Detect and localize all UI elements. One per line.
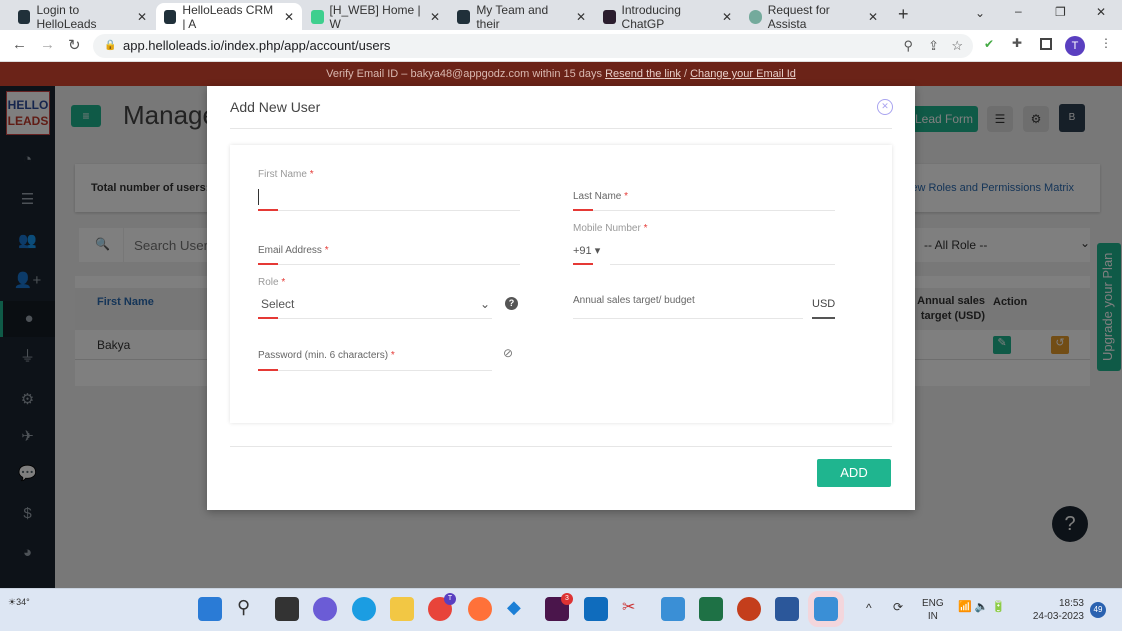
favicon	[164, 9, 177, 24]
favicon	[457, 9, 471, 24]
chevron-up-icon[interactable]: ^	[866, 601, 872, 615]
extension-icon[interactable]: ✔	[984, 37, 994, 51]
back-icon[interactable]: ←	[12, 36, 27, 53]
notepad-icon[interactable]	[661, 597, 685, 621]
minimize-button[interactable]: –	[1015, 4, 1022, 18]
browser-tab-bar: Login to HelloLeads ✕ HelloLeads CRM | A ✕…	[0, 0, 1122, 31]
lock-icon: 🔒	[104, 40, 117, 51]
close-tab-icon[interactable]: ✕	[868, 10, 878, 24]
reload-icon[interactable]: ↻	[68, 36, 81, 54]
word-icon[interactable]	[775, 597, 799, 621]
tab-login[interactable]: Login to HelloLeads ✕	[10, 3, 155, 31]
mobile-input[interactable]	[610, 243, 835, 263]
weather-widget[interactable]: ☀34°	[8, 597, 30, 608]
menu-kebab-icon[interactable]: ⋮	[1100, 36, 1112, 50]
dolphin-app-icon[interactable]: ◆	[507, 597, 531, 621]
close-tab-icon[interactable]: ✕	[722, 10, 732, 24]
help-circle-icon[interactable]: ?	[505, 297, 518, 310]
role-select[interactable]: Select ⌄	[258, 297, 492, 317]
close-window-button[interactable]: ✕	[1096, 5, 1106, 19]
favicon	[311, 9, 324, 24]
favicon	[749, 9, 762, 24]
task-view-icon[interactable]	[275, 597, 299, 621]
restore-button[interactable]: ❐	[1055, 5, 1066, 19]
start-icon[interactable]	[198, 597, 222, 621]
close-tab-icon[interactable]: ✕	[576, 10, 586, 24]
powerpoint-icon[interactable]	[737, 597, 761, 621]
forward-icon[interactable]: →	[40, 36, 55, 53]
chrome-icon[interactable]: T	[428, 593, 456, 621]
tab-h-web[interactable]: [H_WEB] Home | W ✕	[303, 3, 448, 31]
user-form: First Name * Last Name * Email Address *…	[230, 145, 892, 423]
change-email-link[interactable]: Change your Email Id	[690, 68, 796, 80]
country-code-select[interactable]: +91 ▾	[573, 244, 600, 257]
snipping-tool-icon[interactable]: ✂	[622, 597, 646, 621]
verify-email-banner: Verify Email ID – bakya48@appgodz.com wi…	[0, 62, 1122, 86]
modal-title: Add New User	[230, 99, 321, 115]
close-tab-icon[interactable]: ✕	[430, 10, 440, 24]
new-tab-button[interactable]: +	[898, 4, 909, 25]
first-name-input[interactable]	[258, 189, 520, 209]
add-user-modal: Add New User ✕ First Name * Last Name * …	[207, 86, 915, 510]
edge-icon[interactable]	[352, 597, 376, 621]
favicon	[18, 9, 31, 24]
close-icon[interactable]: ✕	[877, 99, 893, 115]
notification-badge[interactable]: 49	[1090, 602, 1106, 618]
teams-icon[interactable]	[313, 597, 337, 621]
eye-slash-icon[interactable]: ⊘	[503, 346, 513, 360]
tab-request[interactable]: Request for Assista ✕	[741, 3, 886, 31]
clock[interactable]: 18:53 24-03-2023	[1028, 597, 1084, 623]
file-explorer-icon[interactable]	[390, 597, 414, 621]
tab-chatgpt[interactable]: Introducing ChatGP ✕	[595, 3, 740, 31]
password-input[interactable]	[258, 348, 492, 368]
last-name-input[interactable]	[573, 189, 835, 209]
zoom-icon[interactable]: ⚲	[903, 34, 913, 58]
address-bar-row: ← → ↻ 🔒 app.helloleads.io/index.php/app/a…	[0, 30, 1122, 62]
currency-label: USD	[812, 298, 836, 310]
url-input[interactable]: 🔒 app.helloleads.io/index.php/app/account…	[93, 34, 973, 58]
tab-search-icon[interactable]: ⌄	[975, 6, 985, 20]
add-button[interactable]: ADD	[817, 459, 891, 487]
wifi-volume-battery-icons[interactable]: 📶 🔈 🔋	[958, 600, 1005, 613]
excel-icon[interactable]	[699, 597, 723, 621]
sales-target-input[interactable]	[573, 297, 803, 317]
close-tab-icon[interactable]: ✕	[137, 10, 147, 24]
outlook-icon[interactable]	[584, 597, 608, 621]
extensions-puzzle-icon[interactable]: ✚	[1012, 36, 1022, 50]
share-icon[interactable]: ⇪	[928, 34, 939, 58]
chevron-down-icon: ⌄	[479, 297, 490, 311]
tab-my-team[interactable]: My Team and their ✕	[449, 3, 594, 31]
side-panel-icon[interactable]	[1040, 38, 1052, 50]
profile-avatar[interactable]: T	[1065, 36, 1085, 56]
photos-icon[interactable]	[808, 591, 844, 627]
search-icon[interactable]: ⚲	[237, 597, 261, 621]
close-tab-icon[interactable]: ✕	[284, 10, 294, 24]
bookmark-star-icon[interactable]: ☆	[951, 34, 963, 58]
favicon	[603, 9, 616, 24]
resend-link[interactable]: Resend the link	[605, 68, 681, 80]
tab-helloleads-crm[interactable]: HelloLeads CRM | A ✕	[156, 3, 302, 31]
firefox-icon[interactable]	[468, 597, 492, 621]
email-input[interactable]	[258, 243, 520, 263]
sync-icon[interactable]: ⟳	[893, 600, 903, 614]
slack-icon[interactable]: 3	[545, 593, 573, 621]
taskbar: ☀34° ⚲ T ◆ 3 ✂ ^ ⟳ ENG IN 📶 🔈 🔋 18:53 24-0…	[0, 588, 1122, 631]
language-indicator[interactable]: ENG IN	[922, 597, 944, 623]
